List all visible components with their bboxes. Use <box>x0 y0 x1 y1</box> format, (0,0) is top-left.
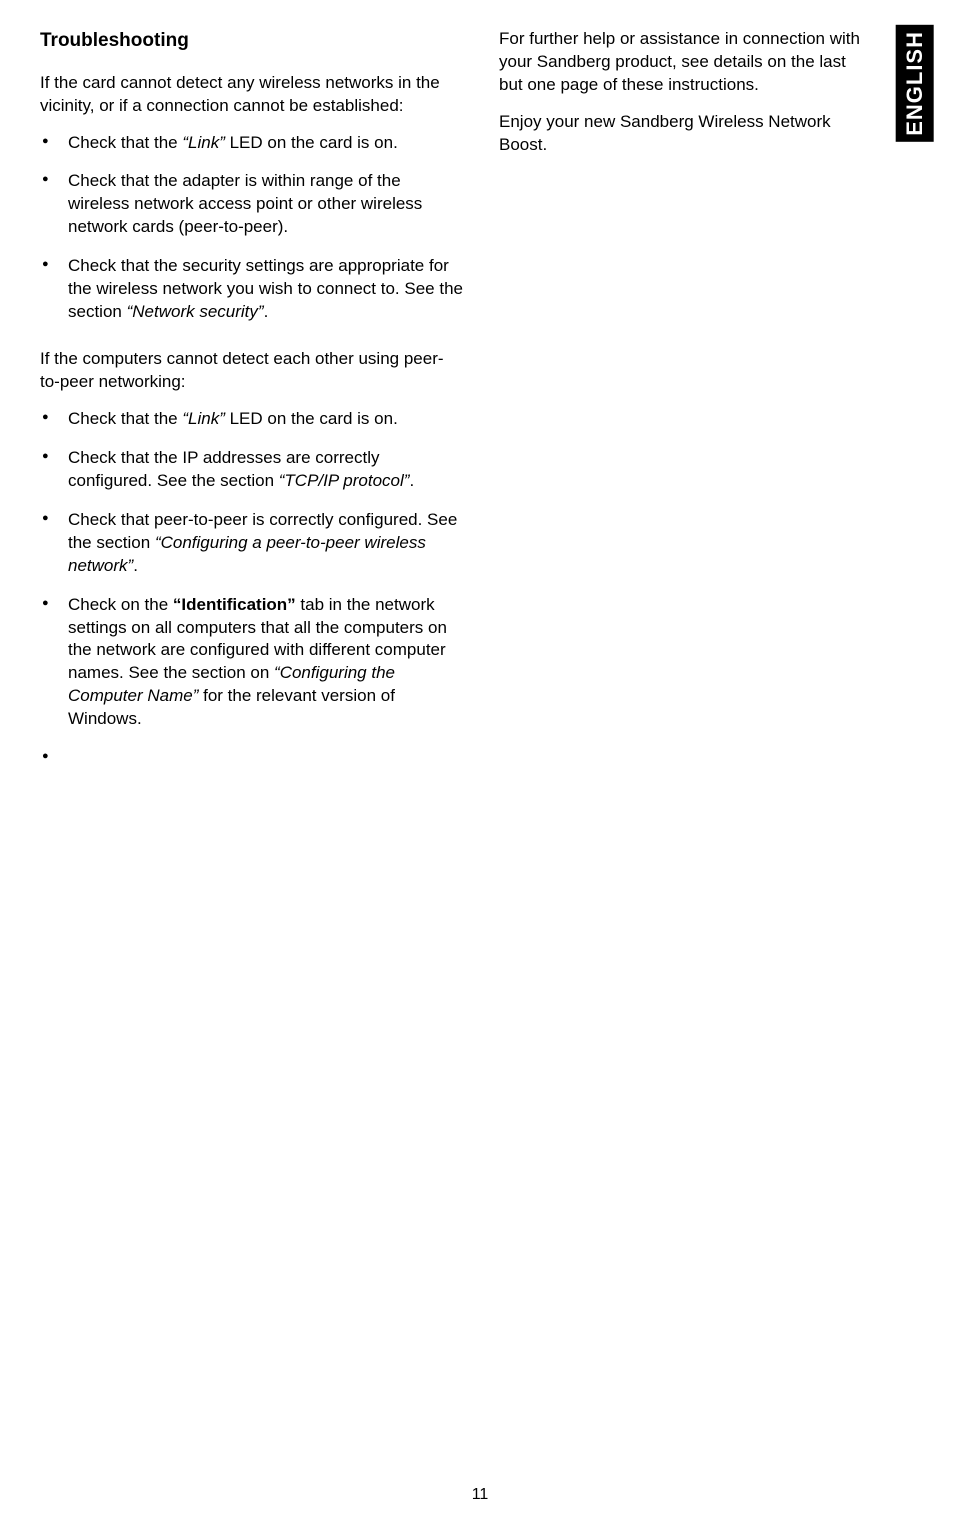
help-paragraph: For further help or assistance in connec… <box>499 28 922 97</box>
text-run: “Identification” <box>173 595 296 614</box>
list-item: Check that the “Link” LED on the card is… <box>40 408 463 431</box>
text-run: . <box>409 471 414 490</box>
intro2-paragraph: If the computers cannot detect each othe… <box>40 348 463 394</box>
text-run: LED on the card is on. <box>225 409 398 428</box>
text-run: “TCP/IP protocol” <box>279 471 410 490</box>
text-run: . <box>264 302 269 321</box>
list-item: Check on the “Identification” tab in the… <box>40 594 463 732</box>
bullet-list-1: Check that the “Link” LED on the card is… <box>40 132 463 325</box>
left-column: Troubleshooting If the card cannot detec… <box>40 28 463 755</box>
text-run: LED on the card is on. <box>225 133 398 152</box>
text-run: Check on the <box>68 595 173 614</box>
text-run: . <box>133 556 138 575</box>
page-number: 11 <box>0 1484 960 1506</box>
list-item: Check that the adapter is within range o… <box>40 170 463 239</box>
intro-paragraph: If the card cannot detect any wireless n… <box>40 72 463 118</box>
section-heading: Troubleshooting <box>40 28 463 54</box>
page-content: Troubleshooting If the card cannot detec… <box>0 0 960 755</box>
text-run: “Network security” <box>127 302 264 321</box>
language-tab: ENGLISH <box>896 25 934 142</box>
right-column: ENGLISH For further help or assistance i… <box>499 28 922 755</box>
right-text-block: For further help or assistance in connec… <box>499 28 922 157</box>
list-item: Check that the “Link” LED on the card is… <box>40 132 463 155</box>
text-run: Check that the <box>68 409 182 428</box>
bullet-list-2: Check that the “Link” LED on the card is… <box>40 408 463 731</box>
text-run: Check that the <box>68 133 182 152</box>
list-item: Check that peer-to-peer is correctly con… <box>40 509 463 578</box>
text-run: Check that the adapter is within range o… <box>68 171 422 236</box>
closing-paragraph: Enjoy your new Sandberg Wireless Network… <box>499 111 922 157</box>
list-item: Check that the IP addresses are cor­rect… <box>40 447 463 493</box>
list-item: Check that the security settings are app… <box>40 255 463 324</box>
text-run: “Link” <box>182 409 225 428</box>
text-run: “Link” <box>182 133 225 152</box>
